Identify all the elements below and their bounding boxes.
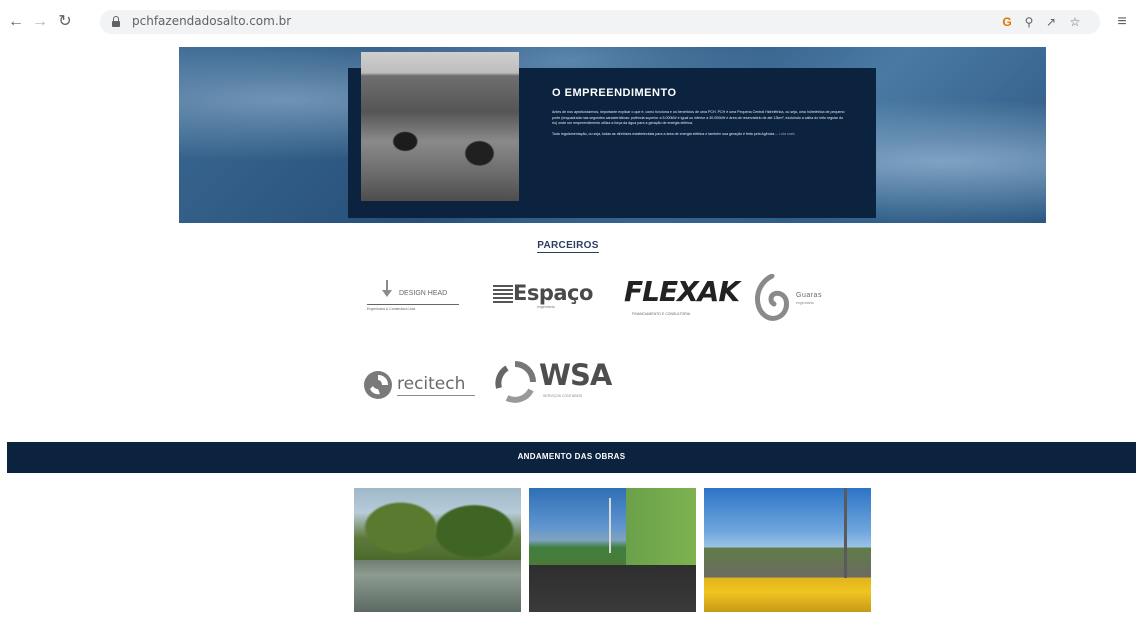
stripes-icon [493,285,513,303]
partner-logo-recitech[interactable]: recitech [362,367,477,403]
works-progress-band: ANDAMENTO DAS OBRAS [7,442,1136,473]
menu-icon[interactable]: ≡ [1112,12,1132,32]
hero-paragraph-1: Antes de nos aprofundarmos, importante e… [552,110,845,126]
works-progress-title: ANDAMENTO DAS OBRAS [517,452,626,461]
partner-logo-wsa[interactable]: WSA SERVIÇOS CONTÁBEIS [493,356,612,410]
recitech-circle-icon [364,371,392,399]
hero-construction-photo [361,52,519,201]
zoom-icon[interactable]: ⚲ [1020,13,1038,31]
hero-paragraph-2: Toda regulamentação, ou seja, todas as d… [552,131,795,136]
construction-photo-building[interactable] [529,488,696,612]
hero-banner: O EMPREENDIMENTO Antes de nos aprofundar… [179,47,1046,223]
construction-photo-river[interactable] [354,488,521,612]
google-icon[interactable]: G [998,13,1016,31]
address-bar[interactable]: pchfazendadosalto.com.br G ⚲ ↗ ☆ [100,10,1100,34]
partner-logo-flexak[interactable]: FLEXAK FINANCIAMENTO E CONSULTORIA [622,273,740,323]
url-text[interactable]: pchfazendadosalto.com.br [132,14,291,28]
partner-logo-design-head[interactable]: DESIGN HEAD Engenharia & Construtora Ltd… [363,276,463,320]
construction-photo-spillway[interactable] [704,488,871,612]
spiral-logo-icon [755,274,789,321]
lock-icon [112,16,120,27]
reload-icon[interactable]: ↻ [55,12,75,32]
wsa-swirl-icon [495,361,536,403]
partner-logo-espaco[interactable]: Espaço engenharia [493,279,603,319]
hero-text: Antes de nos aprofundarmos, importante e… [552,110,847,142]
down-arrow-icon [381,280,393,298]
hero-title: O EMPREENDIMENTO [552,87,677,99]
arrow-left-icon[interactable]: ← [6,12,26,32]
partners-title: PARCEIROS [537,240,599,253]
star-icon[interactable]: ☆ [1066,13,1084,31]
partner-logo-guaras[interactable]: Guaras engenharia [754,274,864,324]
read-more-link[interactable]: Leia mais [779,132,794,136]
browser-toolbar: ← → ↻ pchfazendadosalto.com.br G ⚲ ↗ ☆ ≡ [0,0,1136,44]
share-icon[interactable]: ↗ [1042,13,1060,31]
arrow-right-icon[interactable]: → [30,12,50,32]
